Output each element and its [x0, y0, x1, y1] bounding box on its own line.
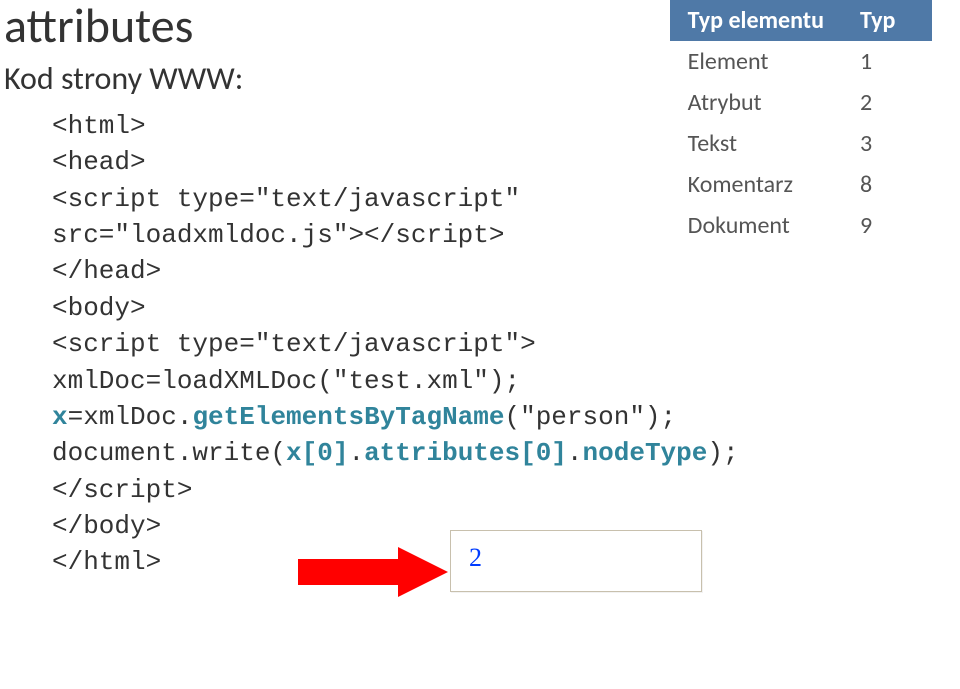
table-cell: 2: [842, 82, 932, 123]
result-box: 2: [450, 530, 702, 592]
table-cell: Atrybut: [670, 82, 842, 123]
table-header-cell: Typ: [842, 0, 932, 41]
table-cell: Tekst: [670, 123, 842, 164]
table-header-row: Typ elementu Typ: [670, 0, 932, 41]
table-header-cell: Typ elementu: [670, 0, 842, 41]
arrow-icon: [298, 547, 448, 597]
code-text: ("person");: [505, 402, 677, 432]
code-line: </head>: [52, 253, 960, 289]
code-line: document.write(x[0].attributes[0].nodeTy…: [52, 435, 960, 471]
code-line: <script type="text/javascript">: [52, 326, 960, 362]
code-prop: nodeType: [583, 438, 708, 468]
table-row: Komentarz 8: [670, 164, 932, 205]
code-text: );: [707, 438, 738, 468]
table-row: Tekst 3: [670, 123, 932, 164]
code-line: <body>: [52, 290, 960, 326]
code-var: x[0]: [286, 438, 348, 468]
table-row: Atrybut 2: [670, 82, 932, 123]
code-line: x=xmlDoc.getElementsByTagName("person");: [52, 399, 960, 435]
table-row: Element 1: [670, 41, 932, 82]
code-text: .: [348, 438, 364, 468]
code-text: .: [567, 438, 583, 468]
table-row: Dokument 9: [670, 205, 932, 246]
result-value: 2: [451, 531, 701, 585]
table-cell: 1: [842, 41, 932, 82]
table-cell: 3: [842, 123, 932, 164]
code-line: xmlDoc=loadXMLDoc("test.xml");: [52, 363, 960, 399]
code-line: </script>: [52, 472, 960, 508]
code-text: document.write(: [52, 438, 286, 468]
code-prop: attributes[0]: [364, 438, 567, 468]
table-cell: Komentarz: [670, 164, 842, 205]
code-fn: getElementsByTagName: [192, 402, 504, 432]
table-cell: 8: [842, 164, 932, 205]
code-text: =xmlDoc.: [68, 402, 193, 432]
table-cell: Dokument: [670, 205, 842, 246]
table-cell: Element: [670, 41, 842, 82]
code-var: x: [52, 402, 68, 432]
table-cell: 9: [842, 205, 932, 246]
type-table: Typ elementu Typ Element 1 Atrybut 2 Tek…: [670, 0, 932, 246]
